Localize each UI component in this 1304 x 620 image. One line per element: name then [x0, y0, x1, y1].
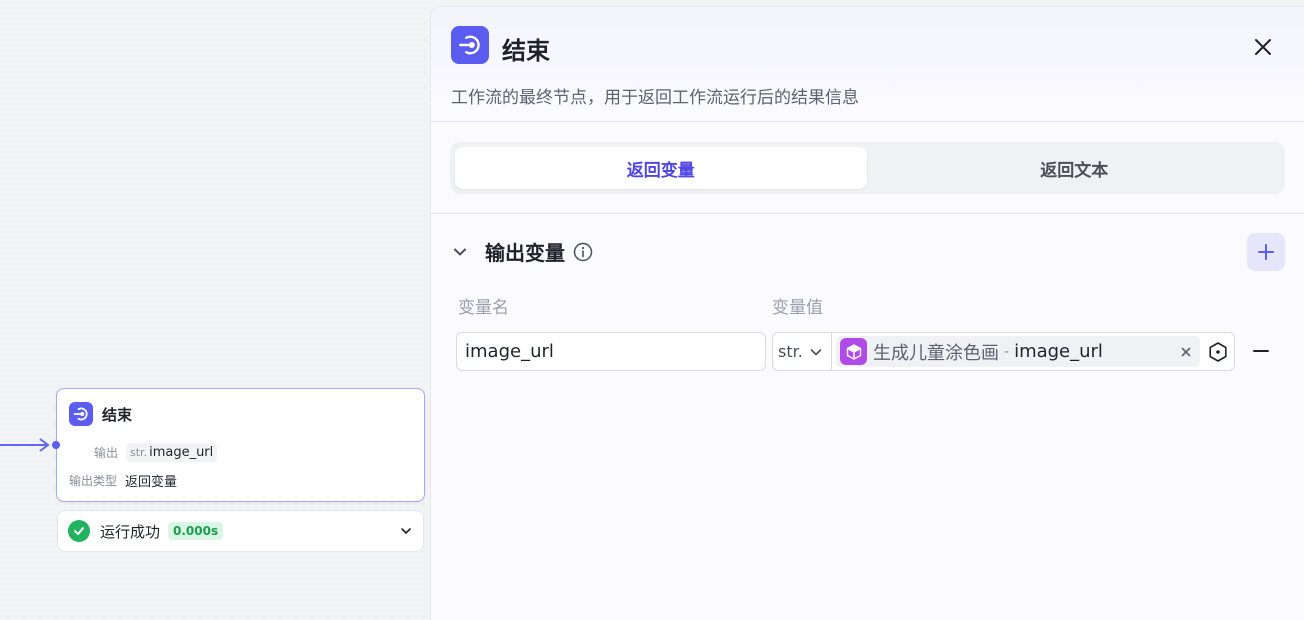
node-output-kind-row: 输出类型 返回变量: [69, 471, 177, 490]
node-output-type: str.: [130, 446, 148, 459]
reference-variable-name: image_url: [1014, 341, 1103, 362]
output-mode-tabs: 返回变量 返回文本: [450, 142, 1285, 194]
variable-type-label: str.: [778, 342, 803, 361]
node-output-row: 输出 str. image_url: [94, 443, 218, 462]
end-node[interactable]: 结束 输出 str. image_url 输出类型 返回变量: [52, 388, 425, 502]
node-input-handle[interactable]: [52, 441, 60, 449]
node-output-label: 输出: [94, 446, 119, 460]
panel-title[interactable]: 结束: [502, 31, 550, 66]
plus-icon: [1258, 244, 1274, 260]
cube-icon: [840, 338, 867, 365]
chevron-down-icon: [810, 348, 822, 355]
column-header-name: 变量名: [458, 298, 509, 318]
close-icon[interactable]: [1249, 33, 1277, 61]
tab-return-text[interactable]: 返回文本: [869, 147, 1281, 189]
remove-variable-button[interactable]: [1247, 337, 1275, 365]
check-icon: [68, 520, 90, 542]
run-time-badge: 0.000s: [168, 522, 224, 540]
minus-icon: [1253, 350, 1269, 352]
node-output-chip: str. image_url: [126, 443, 218, 462]
section-title: 输出变量: [485, 241, 565, 265]
end-node-icon: [451, 26, 489, 64]
tab-return-variable[interactable]: 返回变量: [455, 147, 867, 189]
run-status-bar[interactable]: 运行成功 0.000s: [57, 510, 424, 552]
node-output-kind-label: 输出类型: [69, 474, 118, 488]
run-status-text: 运行成功: [100, 522, 161, 541]
end-node-icon: [69, 402, 93, 426]
node-output-kind-value: 返回变量: [125, 475, 178, 490]
variable-picker-icon[interactable]: [1206, 340, 1230, 364]
chevron-down-icon[interactable]: [451, 243, 471, 261]
variable-name-input[interactable]: [456, 332, 766, 371]
node-config-panel: 结束 工作流的最终节点，用于返回工作流运行后的结果信息 返回变量 返回文本 输出…: [430, 6, 1304, 620]
variable-type-select[interactable]: str.: [773, 333, 832, 370]
output-variables-header[interactable]: 输出变量: [451, 237, 593, 266]
section-divider: [431, 213, 1304, 214]
add-variable-button[interactable]: [1247, 233, 1285, 271]
variable-value-field[interactable]: str. 生成儿童涂色画 - image_url: [772, 332, 1235, 371]
column-header-value: 变量值: [772, 298, 823, 318]
node-header: 结束: [69, 402, 132, 426]
reference-separator: -: [1004, 343, 1010, 360]
panel-header: 结束 工作流的最终节点，用于返回工作流运行后的结果信息: [431, 7, 1304, 122]
chevron-down-icon[interactable]: [399, 524, 413, 538]
reference-node-name: 生成儿童涂色画: [873, 342, 999, 364]
node-output-var: image_url: [149, 445, 214, 460]
panel-description: 工作流的最终节点，用于返回工作流运行后的结果信息: [451, 88, 859, 108]
info-icon[interactable]: [573, 242, 593, 262]
variable-reference-tag[interactable]: 生成儿童涂色画 - image_url: [836, 336, 1200, 367]
clear-reference-icon[interactable]: [1180, 346, 1192, 358]
node-title: 结束: [102, 405, 133, 424]
